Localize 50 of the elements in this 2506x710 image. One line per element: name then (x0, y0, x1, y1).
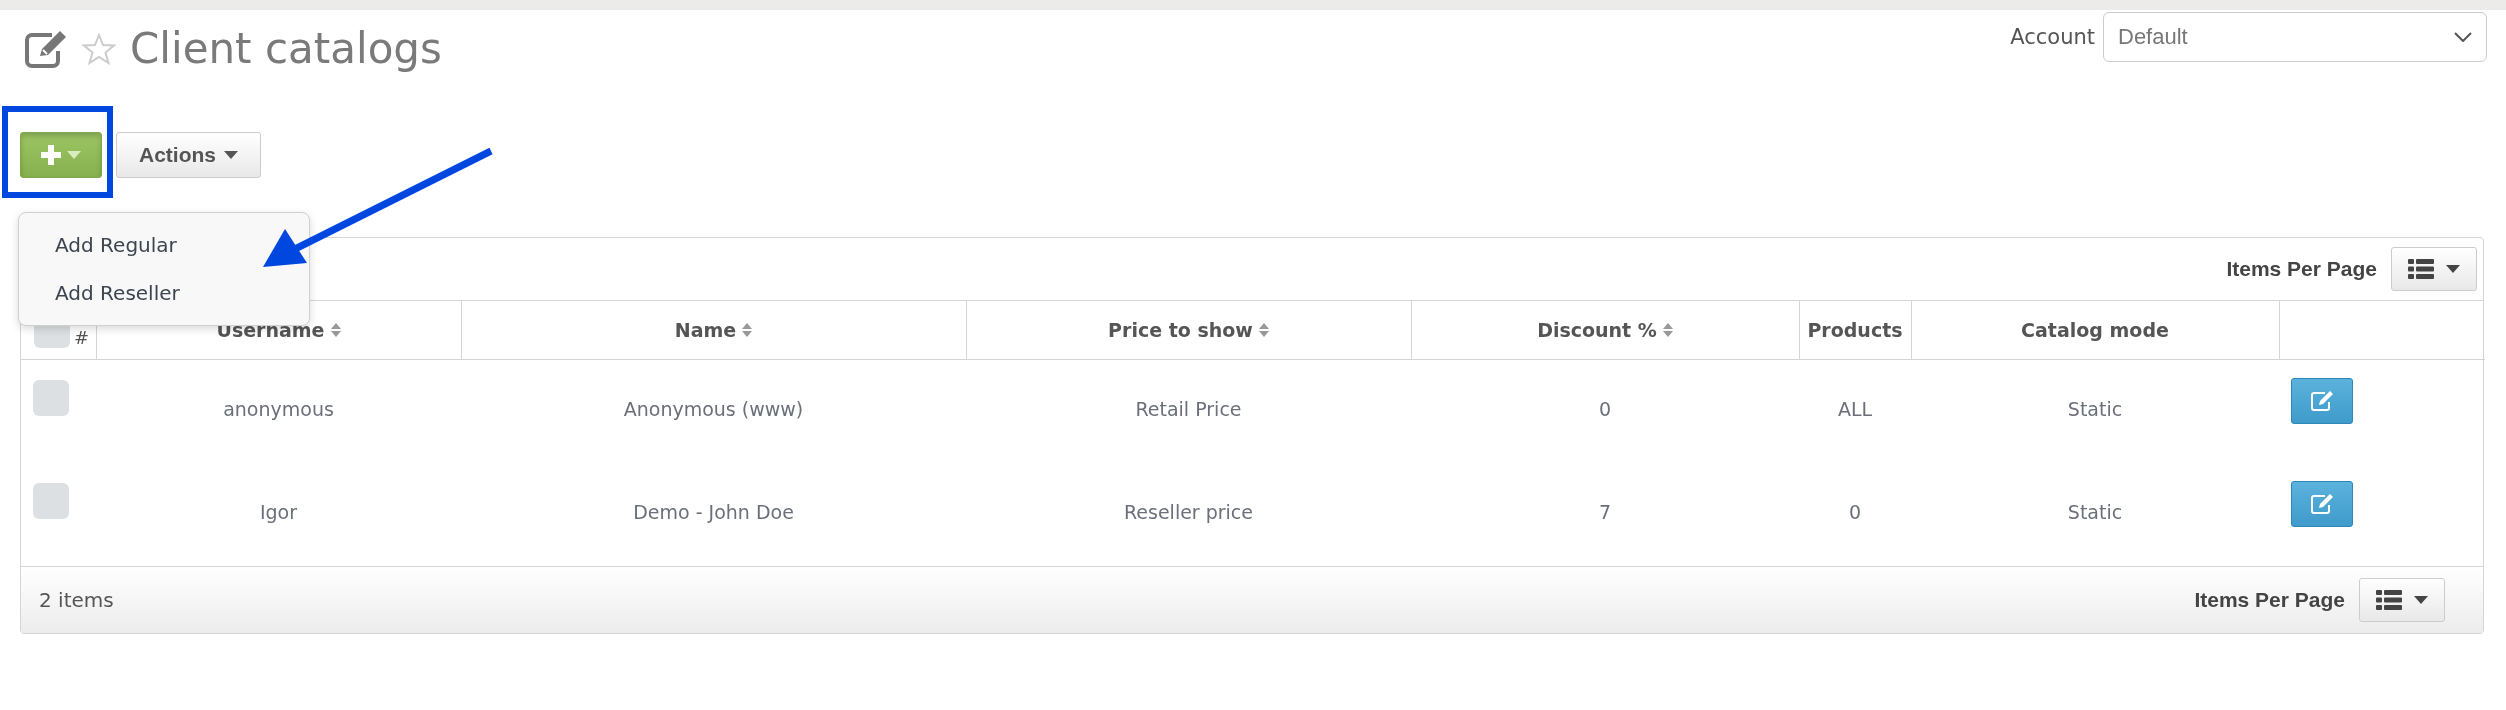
table-cell: anonymous (223, 398, 334, 421)
menu-item[interactable]: Add Regular (19, 221, 309, 270)
column-header[interactable]: Name (674, 319, 737, 342)
items-per-page-button[interactable] (2359, 578, 2445, 623)
table-cell: Static (2067, 501, 2123, 524)
edit-icon (2310, 390, 2334, 413)
caret-icon (67, 151, 81, 160)
table-cell: Igor (259, 501, 298, 524)
items-per-page-label: Items Per Page (2194, 588, 2345, 613)
table-cell: 7 (1598, 501, 1612, 524)
list-icon (2376, 590, 2402, 611)
column-header: # (74, 327, 90, 349)
table-cell: 0 (1598, 398, 1612, 421)
items-per-page-label: Items Per Page (2226, 257, 2377, 282)
list-icon (2408, 259, 2434, 280)
table-cell: Anonymous (www) (623, 398, 804, 421)
menu-item[interactable]: Add Reseller (19, 269, 309, 318)
table-cell: ALL (1837, 398, 1873, 421)
row-checkbox[interactable] (33, 380, 69, 417)
column-header[interactable]: Price to show (1108, 319, 1253, 342)
table-cell: Retail Price (1135, 398, 1242, 421)
items-per-page-button[interactable] (2391, 247, 2477, 292)
sort-icon (1258, 322, 1269, 339)
sort-icon (1662, 322, 1673, 339)
caret-icon (2414, 596, 2428, 605)
caret-icon (224, 151, 238, 160)
item-count: 2 items (39, 588, 114, 613)
account-label: Account (2010, 25, 2095, 49)
account-select[interactable]: Default (2103, 12, 2487, 62)
table-cell: 0 (1848, 501, 1862, 524)
edit-icon (2310, 493, 2334, 516)
edit-button[interactable] (2291, 481, 2353, 528)
page-title: Client catalogs (130, 24, 442, 75)
sort-icon (742, 322, 753, 339)
chevron-down-icon (2454, 32, 2472, 42)
column-header[interactable]: Discount % (1537, 319, 1657, 342)
row-checkbox[interactable] (33, 483, 69, 520)
table-cell: Reseller price (1124, 501, 1253, 524)
plus-icon (41, 145, 61, 166)
table-cell: Demo - John Doe (633, 501, 794, 524)
add-button[interactable] (20, 132, 102, 179)
edit-icon (24, 29, 68, 70)
sort-icon (330, 322, 341, 339)
table-cell: Static (2067, 398, 2123, 421)
column-header: Products (1807, 319, 1903, 342)
column-header: Catalog mode (2021, 319, 2169, 342)
actions-button[interactable]: Actions (116, 132, 261, 179)
caret-icon (2446, 265, 2460, 274)
edit-button[interactable] (2291, 378, 2353, 425)
star-icon[interactable] (82, 33, 116, 66)
